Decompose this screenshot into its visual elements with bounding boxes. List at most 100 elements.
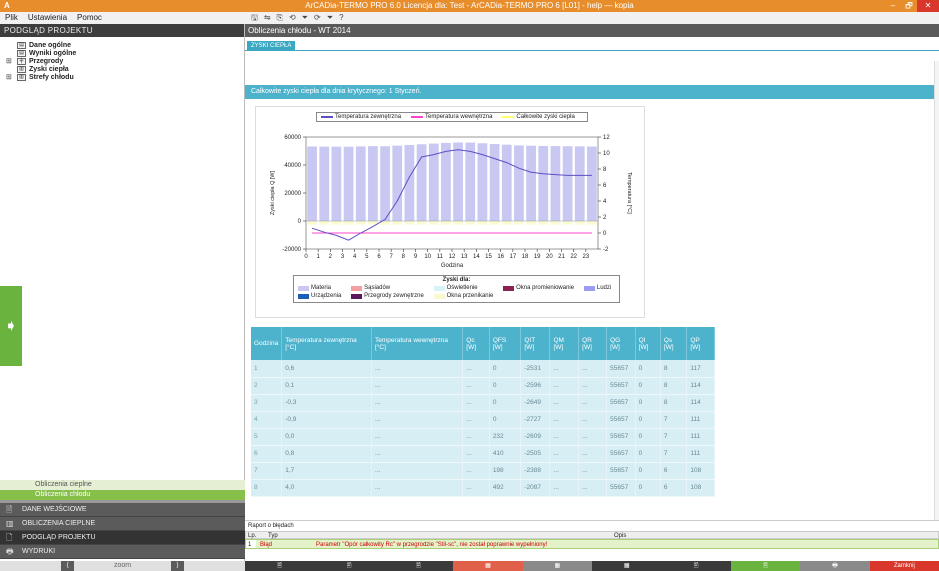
table-row[interactable]: 1 0,6...... 0 -2531...... 55657 0 8 117 [251, 360, 715, 378]
save-icon[interactable]: 🖫 [251, 12, 258, 24]
prev-button[interactable]: ⟨ [61, 561, 74, 571]
table-cell: 111 [686, 411, 715, 429]
table-cell: ... [549, 445, 580, 463]
close-button[interactable]: ✕ [917, 0, 939, 12]
table-cell: 55657 [606, 462, 636, 480]
legend-item: Sąsiadów [351, 284, 427, 292]
bottom-bar-button[interactable]: 🖹 [730, 561, 801, 571]
bar-negative [307, 221, 317, 225]
bottom-bar-button[interactable]: 🖶 [800, 561, 870, 571]
table-row[interactable]: 5 0,0...... 232 -2609...... 55657 0 7 111 [251, 428, 715, 446]
table-row[interactable]: 7 1,7...... 198 -2388...... 55657 0 6 108 [251, 462, 715, 480]
table-row[interactable]: 4 -0,9...... 0 -2727...... 55657 0 7 111 [251, 411, 715, 429]
redo-dropdown-icon[interactable]: ⏷ [327, 12, 333, 24]
nav-printouts[interactable]: 🖶 WYDRUKI [0, 545, 245, 559]
table-cell: ... [371, 462, 464, 480]
menu-file[interactable]: Plik [5, 12, 18, 24]
bottom-bar-button[interactable]: ▦ [453, 561, 523, 571]
column-header: Qc [W] [462, 327, 490, 360]
collapse-panel-button[interactable]: ➧ [0, 286, 22, 366]
table-cell: 0 [489, 394, 522, 412]
window-title: ArCADia-TERMO PRO 6.0 Licencja dla: Test… [305, 1, 634, 10]
bar-negative [453, 221, 463, 225]
heat-gains-icon: ▥ [17, 65, 26, 73]
nav-input-data[interactable]: 🗎 DANE WEJŚCIOWE [0, 503, 245, 517]
table-cell: -2531 [520, 360, 551, 378]
tree-item-general[interactable]: ▤ Dane ogólne [6, 41, 238, 49]
table-cell: ... [549, 360, 580, 378]
bar [416, 144, 427, 221]
maximize-button[interactable]: 🗗 [901, 0, 917, 12]
tree-item-partitions[interactable]: ⊞ ╪ Przegrody [6, 57, 238, 65]
x-tick-label: 6 [377, 254, 381, 260]
bottom-bar-button[interactable]: 🖹 [383, 561, 454, 571]
table-cell: 111 [686, 428, 715, 446]
error-row[interactable]: 1 Błąd Parametr "Opór całkowity Rc" w pr… [245, 539, 939, 549]
next-button[interactable]: ⟩ [171, 561, 184, 571]
redo-icon[interactable]: ⟳ [314, 12, 321, 24]
table-row[interactable]: 2 0,1...... 0 -2596...... 55657 0 8 114 [251, 377, 715, 395]
y-axis-label: Zyski ciepła Q [W] [270, 170, 276, 215]
legend-item: Oświetlenie [433, 284, 497, 292]
bottom-bar-button[interactable]: 🖹 [314, 561, 384, 571]
table-cell: 492 [489, 479, 522, 497]
nav-heat-calc[interactable]: Obliczenia cieplne [0, 480, 245, 490]
help-icon[interactable]: ? [339, 12, 343, 24]
table-row[interactable]: 8 4,0...... 492 -2087...... 55657 0 6 108 [251, 479, 715, 497]
menu-help[interactable]: Pomoc [77, 12, 102, 24]
table-cell: ... [371, 445, 464, 463]
table-cell: ... [462, 445, 490, 463]
y2-tick-label: 6 [603, 183, 607, 189]
bottom-bar-button[interactable]: ▦ [592, 561, 662, 571]
table-cell: ... [462, 462, 490, 480]
column-header: QIT [W] [520, 327, 551, 360]
table-cell: 6 [251, 445, 283, 463]
bottom-bar-button[interactable]: Zamknij [869, 561, 939, 571]
undo-icon[interactable]: ⟲ [289, 12, 296, 24]
bar [587, 146, 597, 221]
bar [307, 146, 317, 221]
table-cell: ... [371, 360, 464, 378]
table-cell: ... [462, 428, 490, 446]
table-cell: ... [549, 394, 580, 412]
vertical-scrollbar[interactable] [934, 61, 939, 561]
nav-heat-calculations[interactable]: ▥ OBLICZENIA CIEPLNE [0, 517, 245, 531]
x-tick-label: 21 [558, 254, 565, 260]
undo-dropdown-icon[interactable]: ⏷ [302, 12, 308, 24]
table-cell: 7 [660, 428, 688, 446]
nav-project-preview[interactable]: 🗋 PODGLĄD PROJEKTU [0, 531, 245, 545]
x-tick-label: 18 [522, 254, 529, 260]
bottom-bar-button[interactable]: ▦ [522, 561, 593, 571]
swap-icon[interactable]: ⇋ [264, 12, 271, 24]
table-cell: 198 [489, 462, 522, 480]
bar-negative [416, 221, 427, 225]
printer-icon: 🖶 [6, 547, 14, 556]
table-cell: 410 [489, 445, 522, 463]
bottom-bar-button[interactable]: 🖹 [245, 561, 315, 571]
table-cell: 55657 [606, 445, 636, 463]
copy-icon[interactable]: ⎘ [277, 12, 283, 24]
main-header: Obliczenia chłodu - WT 2014 [245, 24, 939, 37]
nav-cooling-calc[interactable]: Obliczenia chłodu [0, 490, 245, 500]
minimize-button[interactable]: – [885, 0, 901, 12]
table-row[interactable]: 6 0,8...... 410 -2505...... 55657 0 7 111 [251, 445, 715, 463]
bottom-bar-button[interactable]: 🖹 [661, 561, 731, 571]
table-cell: 2 [251, 377, 283, 395]
table-cell: 108 [686, 462, 715, 480]
tab-heat-gains[interactable]: ZYSKI CIEPŁA [247, 41, 296, 51]
menu-settings[interactable]: Ustawienia [28, 12, 67, 24]
tree-item-results[interactable]: ▤ Wyniki ogólne [6, 49, 238, 57]
table-cell: ... [549, 479, 580, 497]
table-cell: 55657 [606, 479, 636, 497]
table-cell: 0,6 [281, 360, 373, 378]
tree-item-cold-zones[interactable]: ⊞ ▥ Strefy chłodu [6, 73, 238, 81]
table-cell: 114 [686, 394, 715, 412]
expand-icon[interactable]: ⊞ [6, 73, 14, 81]
expand-icon[interactable]: ⊞ [6, 57, 14, 65]
x-tick-label: 16 [497, 254, 504, 260]
table-row[interactable]: 3 -0,3...... 0 -2649...... 55657 0 8 114 [251, 394, 715, 412]
tree-item-heat-gains[interactable]: ▥ Zyski ciepła [6, 65, 238, 73]
column-header: QFS [W] [489, 327, 522, 360]
table-cell: 8 [251, 479, 283, 497]
table-cell: ... [578, 360, 608, 378]
